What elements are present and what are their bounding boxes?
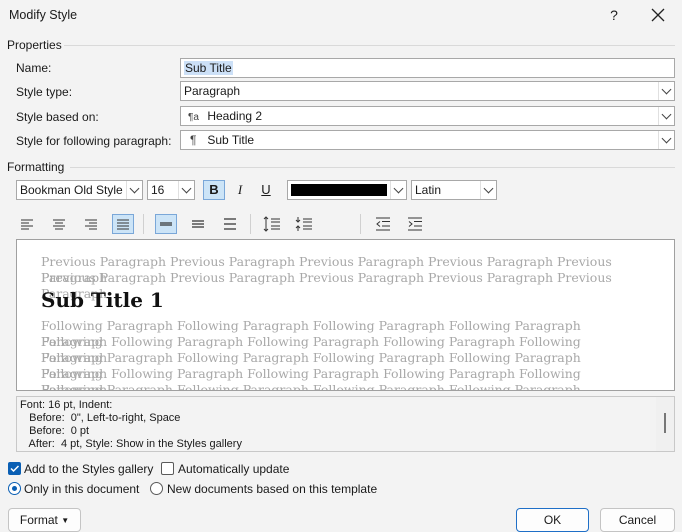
format-button[interactable]: Format ▼ [8, 508, 81, 532]
style-type-value: Paragraph [184, 84, 241, 98]
chevron-down-icon [658, 131, 674, 149]
font-size-select[interactable]: 16 [147, 180, 195, 200]
decrease-indent-icon [376, 217, 390, 231]
auto-update-label[interactable]: Automatically update [178, 462, 289, 476]
chevron-down-icon [390, 181, 406, 199]
name-value: Sub Title [184, 61, 233, 75]
checkmark-icon [10, 465, 20, 473]
font-color-swatch [291, 184, 387, 196]
font-size-value: 16 [151, 183, 165, 197]
chevron-down-icon [658, 107, 674, 125]
one-half-spacing-button[interactable] [187, 214, 209, 234]
following-label: Style for following paragraph: [16, 134, 172, 148]
italic-button[interactable]: I [229, 180, 251, 200]
help-button[interactable]: ? [602, 4, 626, 26]
description-line: Before: 0", Left-to-right, Space [20, 412, 181, 424]
chevron-down-icon [126, 181, 142, 199]
decrease-spacing-button[interactable] [293, 214, 315, 234]
chevron-down-icon [658, 82, 674, 100]
single-spacing-button[interactable] [155, 214, 177, 234]
preview-following-line: Following Paragraph Following Paragraph … [41, 382, 581, 391]
based-on-value: Heading 2 [207, 109, 263, 123]
bold-button[interactable]: B [203, 180, 225, 200]
one-half-spacing-icon [192, 220, 204, 228]
close-button[interactable] [644, 4, 672, 26]
preview-heading: Sub Title 1 [41, 288, 164, 312]
formatting-section-label: Formatting [7, 160, 65, 174]
description-scrollbar[interactable] [656, 397, 674, 451]
font-name-value: Bookman Old Style [20, 183, 123, 197]
only-this-document-label[interactable]: Only in this document [24, 482, 139, 496]
name-label: Name: [16, 61, 52, 75]
only-this-document-radio[interactable] [8, 482, 21, 495]
properties-divider [64, 45, 675, 46]
paragraph-icon: ¶ [190, 133, 197, 147]
based-on-label: Style based on: [16, 110, 99, 124]
dialog-title: Modify Style [9, 8, 78, 22]
script-value: Latin [415, 183, 442, 197]
double-spacing-icon [224, 218, 236, 230]
align-left-button[interactable] [16, 214, 38, 234]
justify-button[interactable] [112, 214, 134, 234]
align-right-button[interactable] [80, 214, 102, 234]
add-to-gallery-checkbox[interactable] [8, 462, 21, 475]
toolbar-divider [143, 214, 144, 234]
close-icon [651, 8, 665, 22]
following-select[interactable]: ¶ Sub Title [180, 130, 675, 150]
style-type-select[interactable]: Paragraph [180, 81, 675, 101]
scrollbar-thumb[interactable] [664, 413, 666, 433]
chevron-down-icon [178, 181, 194, 199]
decrease-paragraph-spacing-icon [295, 217, 312, 231]
align-right-icon [85, 219, 97, 230]
script-select[interactable]: Latin [411, 180, 497, 200]
add-to-gallery-label[interactable]: Add to the Styles gallery [24, 462, 153, 476]
increase-indent-icon [408, 217, 422, 231]
style-type-label: Style type: [16, 85, 73, 99]
font-color-select[interactable] [287, 180, 407, 200]
properties-section-label: Properties [7, 38, 62, 52]
double-spacing-button[interactable] [219, 214, 241, 234]
font-name-select[interactable]: Bookman Old Style [16, 180, 143, 200]
ok-button[interactable]: OK [516, 508, 589, 532]
following-value: Sub Title [207, 133, 255, 147]
caret-down-icon: ▼ [61, 516, 70, 525]
justify-icon [117, 219, 129, 230]
align-left-icon [21, 219, 33, 230]
description-line: After: 4 pt, Style: Show in the Styles g… [20, 438, 242, 450]
toolbar-divider [360, 214, 361, 234]
title-bar [0, 0, 682, 32]
style-preview: Previous Paragraph Previous Paragraph Pr… [16, 239, 675, 391]
formatting-divider [70, 167, 675, 168]
align-center-button[interactable] [48, 214, 70, 234]
underline-button[interactable]: U [255, 180, 277, 200]
new-documents-radio[interactable] [150, 482, 163, 495]
description-line: Before: 0 pt [20, 425, 90, 437]
new-documents-label[interactable]: New documents based on this template [167, 482, 377, 496]
linked-style-icon: ¶a [188, 112, 199, 123]
description-line: Font: 16 pt, Indent: [20, 399, 113, 411]
increase-spacing-button[interactable] [261, 214, 283, 234]
align-center-icon [53, 219, 65, 230]
chevron-down-icon [480, 181, 496, 199]
name-field[interactable]: Sub Title [180, 58, 675, 78]
cancel-button[interactable]: Cancel [600, 508, 675, 532]
toolbar-divider [250, 214, 251, 234]
style-description: Font: 16 pt, Indent: Before: 0", Left-to… [16, 396, 675, 452]
based-on-select[interactable]: ¶a Heading 2 [180, 106, 675, 126]
increase-paragraph-spacing-icon [263, 216, 280, 232]
decrease-indent-button[interactable] [372, 214, 394, 234]
increase-indent-button[interactable] [404, 214, 426, 234]
auto-update-checkbox[interactable] [161, 462, 174, 475]
single-spacing-icon [160, 222, 172, 226]
